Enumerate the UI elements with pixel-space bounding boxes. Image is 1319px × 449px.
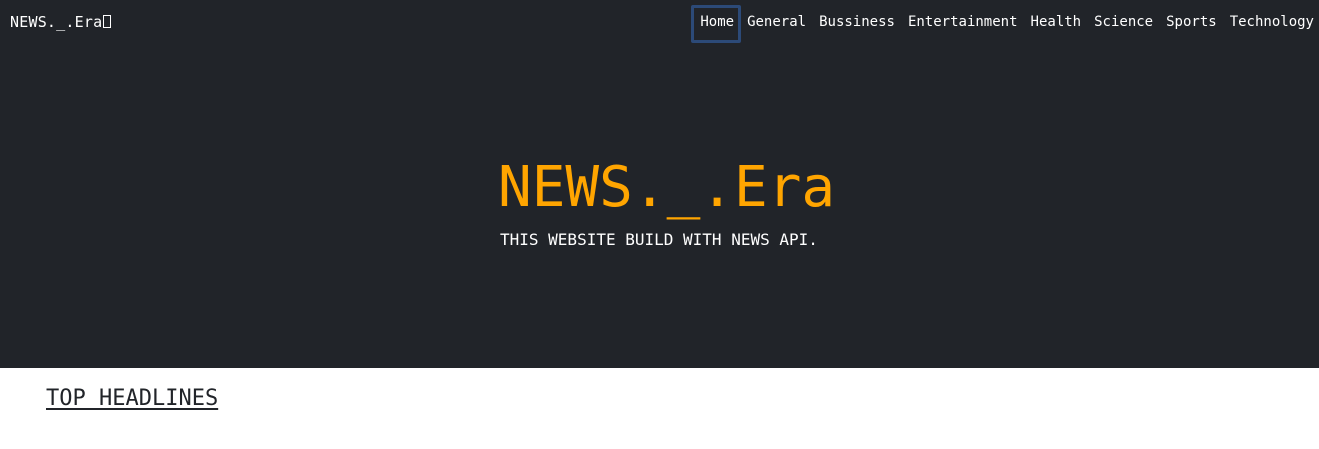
nav-link-business[interactable]: Bussiness xyxy=(819,13,895,31)
missing-glyph-icon xyxy=(103,15,112,28)
nav-link-home[interactable]: Home xyxy=(691,5,742,43)
hero-title: NEWS._.Era xyxy=(498,155,836,220)
nav-link-technology[interactable]: Technology xyxy=(1230,13,1314,31)
nav-link-general[interactable]: General xyxy=(747,13,806,31)
nav-link-health[interactable]: Health xyxy=(1031,13,1082,31)
nav-link-entertainment[interactable]: Entertainment xyxy=(908,13,1018,31)
brand-logo[interactable]: NEWS._.Era xyxy=(10,13,112,31)
nav-link-science[interactable]: Science xyxy=(1094,13,1153,31)
hero-banner: NEWS._.Era THIS WEBSITE BUILD WITH NEWS … xyxy=(0,44,1319,368)
nav-links: Home General Bussiness Entertainment Hea… xyxy=(691,5,1314,43)
top-headlines-heading: TOP HEADLINES xyxy=(46,386,219,411)
nav-link-sports[interactable]: Sports xyxy=(1166,13,1217,31)
hero-subtitle: THIS WEBSITE BUILD WITH NEWS API. xyxy=(500,230,818,249)
top-navbar: NEWS._.Era Home General Bussiness Entert… xyxy=(0,0,1319,44)
brand-text: NEWS._.Era xyxy=(10,13,103,31)
